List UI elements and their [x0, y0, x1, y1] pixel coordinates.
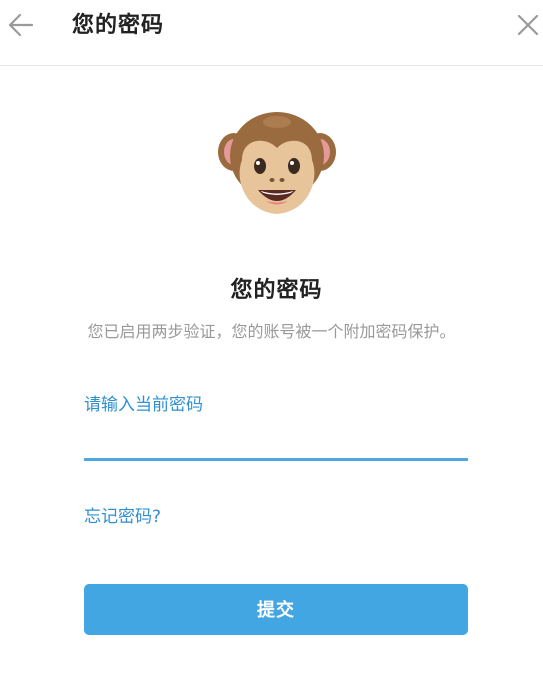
- close-icon: [517, 14, 539, 36]
- password-label: 请输入当前密码: [84, 395, 203, 415]
- forgot-password-link[interactable]: 忘记密码?: [84, 504, 161, 530]
- description-text: 您已启用两步验证，您的账号被一个附加密码保护。: [87, 322, 456, 341]
- monkey-face-icon: [218, 112, 336, 214]
- password-input[interactable]: [84, 424, 468, 461]
- arrow-left-icon: [8, 13, 34, 37]
- page-title: 您的密码: [230, 278, 323, 303]
- header-title: 您的密码: [72, 13, 165, 38]
- header-bar: 您的密码: [0, 0, 543, 66]
- close-button[interactable]: [515, 12, 541, 38]
- submit-button[interactable]: 提交: [84, 584, 468, 635]
- back-button[interactable]: [6, 10, 36, 40]
